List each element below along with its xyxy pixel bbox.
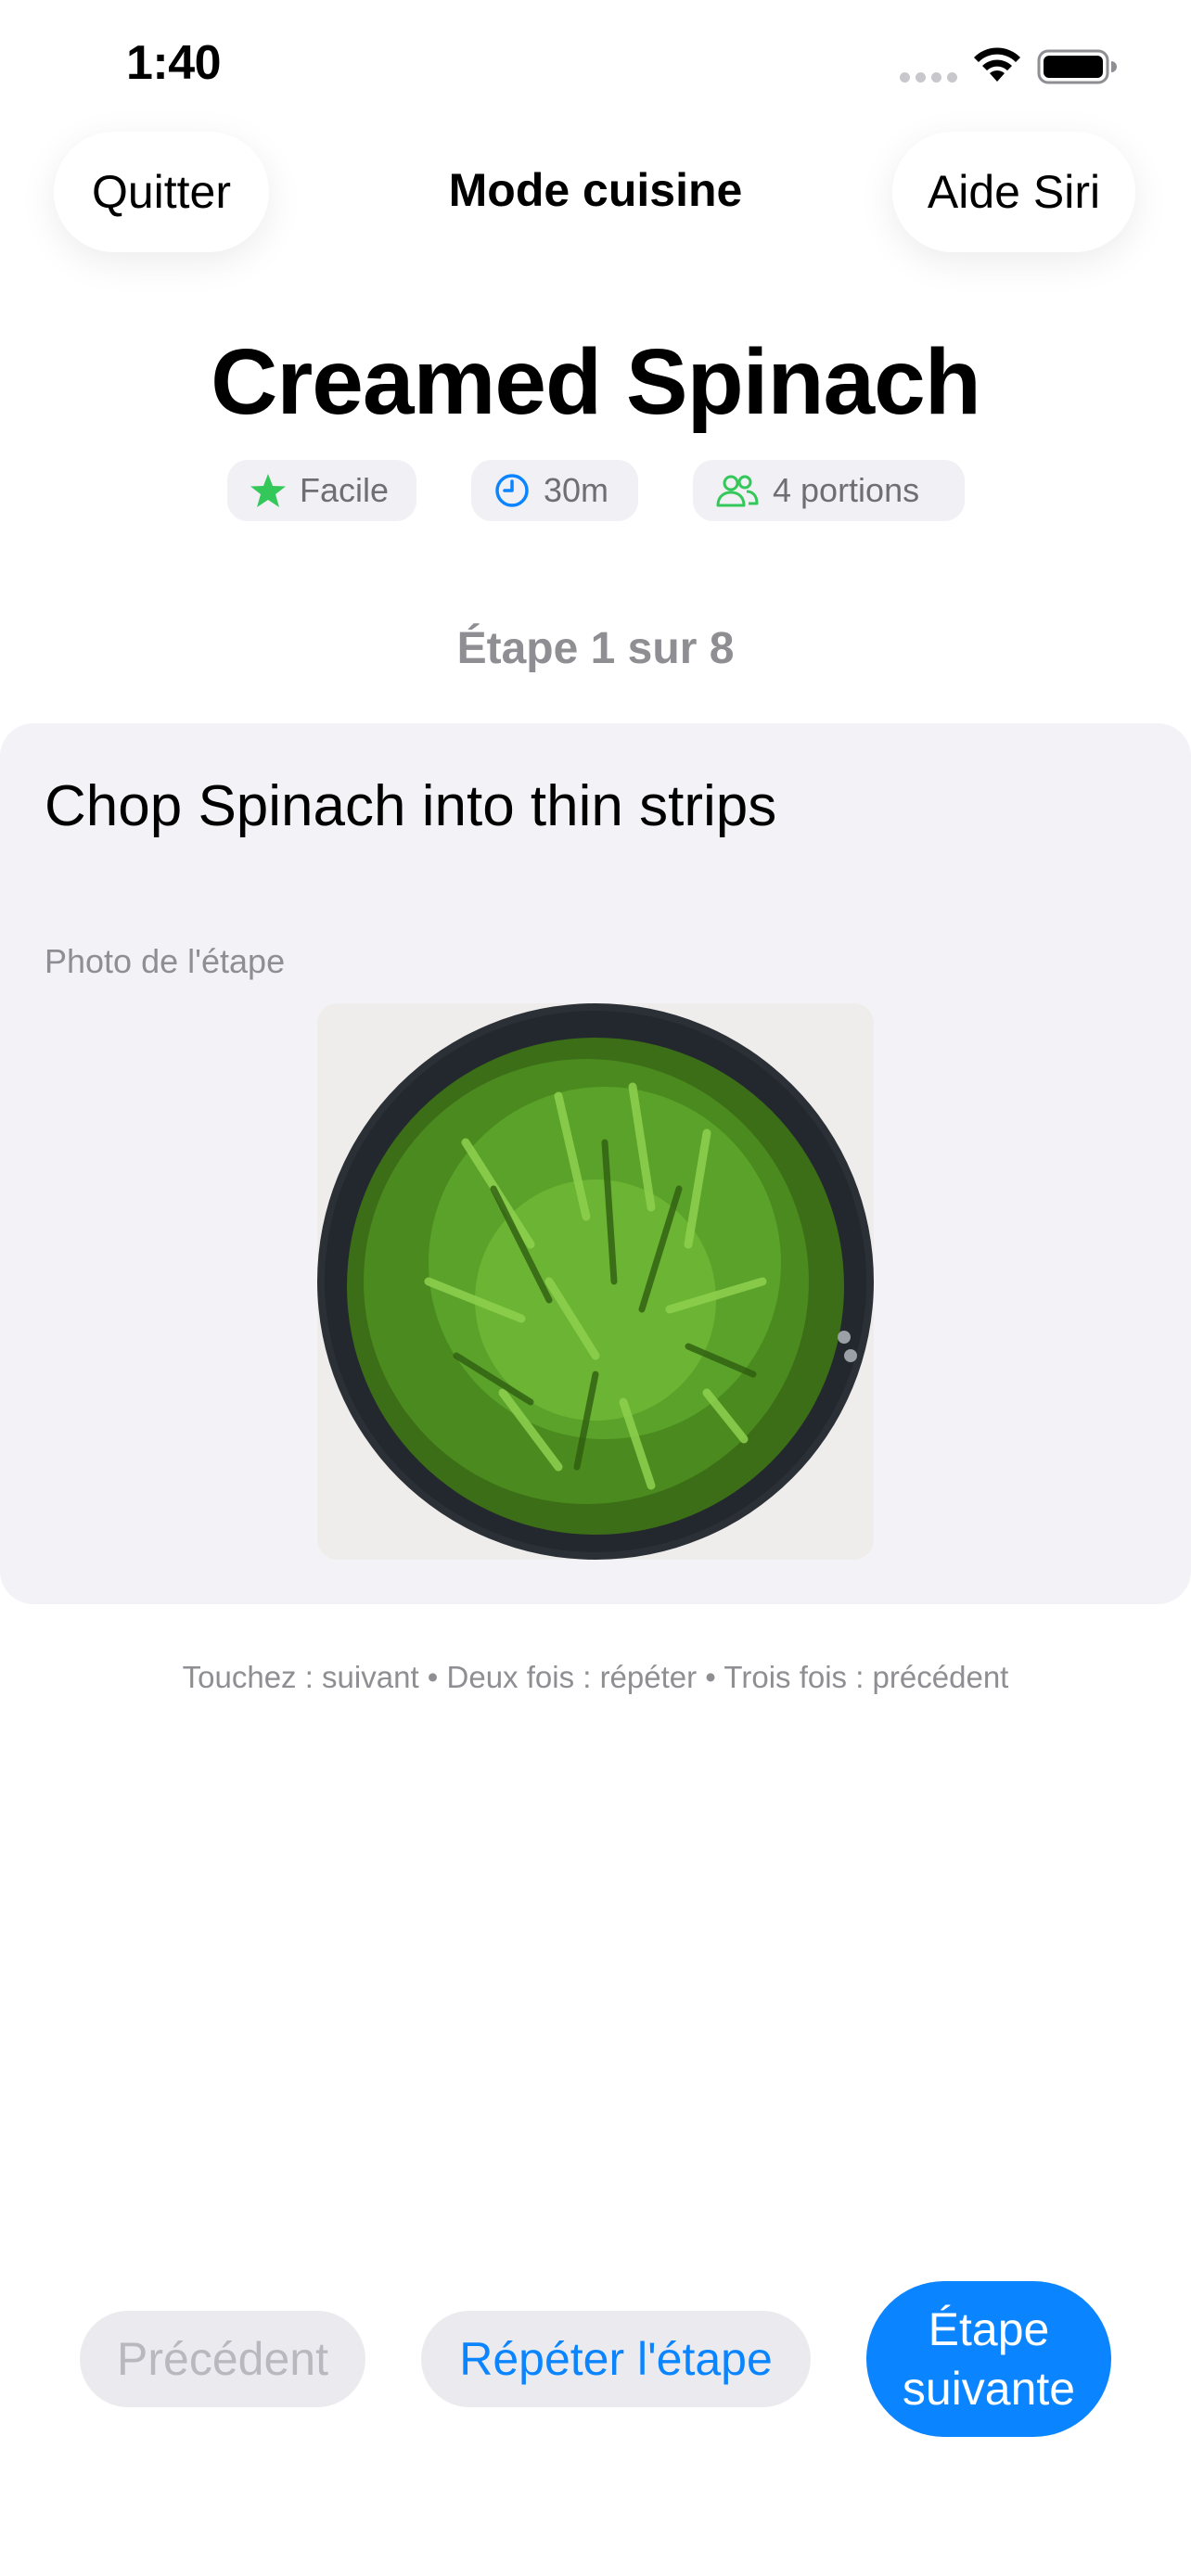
battery-icon <box>1037 49 1117 84</box>
time-badge: 30m <box>471 460 638 521</box>
servings-label: 4 portions <box>773 471 920 509</box>
siri-help-button[interactable]: Aide Siri <box>892 132 1135 252</box>
status-bar: 1:40 <box>0 0 1191 130</box>
servings-badge: 4 portions <box>693 460 965 521</box>
time-label: 30m <box>544 471 609 509</box>
step-card[interactable]: Chop Spinach into thin strips Photo de l… <box>0 723 1191 1604</box>
people-icon <box>716 475 759 507</box>
clock-icon <box>495 474 529 507</box>
next-step-button[interactable]: Étape suivante <box>866 2281 1111 2437</box>
chopped-spinach-pan-image <box>317 1003 874 1560</box>
step-photo <box>317 1003 874 1560</box>
status-time: 1:40 <box>126 36 222 90</box>
gesture-hint: Touchez : suivant • Deux fois : répéter … <box>182 1660 1009 1694</box>
step-instruction: Chop Spinach into thin strips <box>45 774 777 838</box>
wifi-icon <box>974 47 1020 82</box>
repeat-step-button[interactable]: Répéter l'étape <box>421 2311 811 2407</box>
previous-button[interactable]: Précédent <box>80 2311 365 2407</box>
recipe-meta: Facile 30m 4 portions <box>0 460 1191 521</box>
photo-label: Photo de l'étape <box>45 942 286 980</box>
step-indicator: Étape 1 sur 8 <box>456 624 735 673</box>
recipe-title: Creamed Spinach <box>211 330 981 434</box>
star-icon <box>250 474 286 507</box>
difficulty-badge: Facile <box>227 460 416 521</box>
signal-icon <box>900 72 957 85</box>
difficulty-label: Facile <box>300 471 390 509</box>
